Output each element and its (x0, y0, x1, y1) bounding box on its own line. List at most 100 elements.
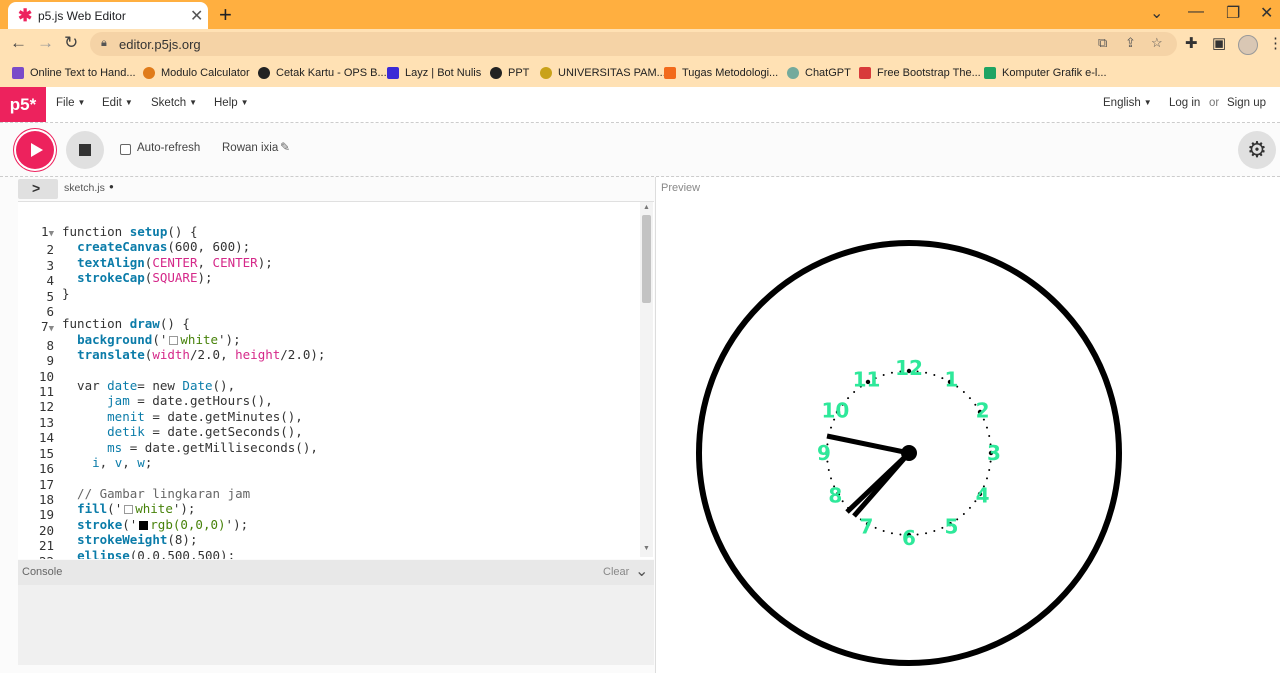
scroll-thumb[interactable] (642, 215, 651, 303)
bookmark-item[interactable]: Layz | Bot Nulis (387, 65, 481, 81)
back-icon[interactable]: ← (10, 33, 27, 53)
profile-avatar[interactable] (1238, 35, 1258, 55)
forward-icon[interactable]: → (37, 33, 54, 53)
code-line: // Gambar lingkaran jam (62, 485, 251, 501)
auto-refresh-label[interactable]: Auto-refresh (137, 142, 200, 154)
bookmark-label: Free Bootstrap The... (877, 67, 981, 79)
language-selector[interactable]: English ▼ (1103, 97, 1152, 109)
menu-file[interactable]: File ▼ (56, 97, 85, 109)
pencil-icon[interactable]: ✎ (280, 140, 290, 154)
file-tab-sketch-js[interactable]: sketch.js (64, 182, 105, 194)
code-text[interactable]: function setup() { createCanvas(600, 600… (62, 224, 325, 559)
more-menu-icon[interactable]: ⋮ (1268, 34, 1280, 52)
bookmark-item[interactable]: Modulo Calculator (143, 65, 250, 81)
address-bar[interactable]: 🔒︎ editor.p5js.org ⧉ ⇪ ☆ (90, 32, 1177, 56)
line-number: 10 (38, 368, 54, 384)
line-number: 14 (38, 430, 54, 446)
bookmark-item[interactable]: ChatGPT (787, 65, 851, 81)
url-text[interactable]: editor.p5js.org (119, 37, 201, 52)
tab-search-icon[interactable]: ⌄ (1150, 3, 1163, 23)
bookmark-item[interactable]: Komputer Grafik e-l... (984, 65, 1107, 81)
close-tab-icon[interactable]: ✕ (190, 6, 203, 26)
settings-button[interactable]: ⚙ (1238, 131, 1276, 169)
bookmark-star-icon[interactable]: ☆ (1151, 35, 1163, 51)
bookmark-favicon-icon (787, 67, 799, 79)
line-number: 13 (38, 414, 54, 430)
scroll-up-icon[interactable]: ▲ (643, 204, 650, 211)
clock-number-3: 3 (987, 441, 1001, 465)
auto-refresh-checkbox[interactable] (120, 144, 131, 155)
bookmark-item[interactable]: Free Bootstrap The... (859, 65, 981, 81)
bookmark-item[interactable]: PPT (490, 65, 529, 81)
sidebar-toggle-button[interactable]: > (18, 179, 58, 199)
clock-minute-tick (890, 532, 893, 535)
menu-edit[interactable]: Edit ▼ (102, 97, 133, 109)
line-number: 5 (46, 288, 54, 304)
code-editor[interactable]: 1▼ 2 3 4 5 6 7▼ 8 9 10 11 12 13 14 15 16… (18, 201, 654, 559)
login-link[interactable]: Log in (1169, 97, 1200, 109)
bookmark-item[interactable]: Online Text to Hand... (12, 65, 136, 81)
code-line: ellipse(0,0,500,500); (77, 547, 236, 559)
clock-minute-tick (968, 397, 971, 400)
clock-minute-tick (830, 426, 833, 429)
bookmark-label: Tugas Metodologi... (682, 67, 779, 79)
clock-number-1: 1 (945, 367, 959, 391)
line-number: 16 (38, 461, 54, 477)
new-tab-icon[interactable]: + (219, 2, 232, 28)
translate-icon[interactable]: ⧉ (1098, 35, 1107, 51)
signup-link[interactable]: Sign up (1227, 97, 1266, 109)
line-number: 15 (38, 445, 54, 461)
maximize-icon[interactable]: ❐ (1226, 3, 1240, 23)
caret-down-icon: ▼ (124, 98, 133, 108)
menu-help[interactable]: Help ▼ (214, 97, 249, 109)
bookmark-favicon-icon (984, 67, 996, 79)
code-line: stroke(' rgb(0,0,0)'); (77, 516, 249, 532)
caret-down-icon: ▼ (77, 98, 86, 108)
bookmarks-bar: Online Text to Hand... Modulo Calculator… (0, 59, 1280, 88)
reload-icon[interactable]: ↻ (64, 33, 78, 53)
side-panel-icon[interactable]: ▣ (1212, 34, 1226, 52)
lock-icon[interactable]: 🔒︎ (101, 37, 107, 50)
clock-minute-tick (916, 533, 919, 536)
clock-minute-tick (933, 374, 936, 377)
stop-button[interactable] (66, 131, 104, 169)
play-button[interactable] (16, 131, 54, 169)
bookmark-favicon-icon (12, 67, 24, 79)
tab-title: p5.js Web Editor (38, 9, 126, 23)
p5-logo[interactable]: p5* (0, 87, 46, 122)
bookmark-label: Cetak Kartu - OPS B... (276, 67, 387, 79)
color-swatch-icon (139, 520, 149, 530)
code-line: detik = date.getSeconds(), (107, 424, 303, 440)
minimize-icon[interactable]: — (1188, 3, 1204, 21)
code-line: i, v, w; (92, 455, 153, 471)
bookmark-item[interactable]: Tugas Metodologi... (664, 65, 778, 81)
console-output[interactable] (18, 585, 654, 665)
caret-down-icon: ▼ (189, 98, 198, 108)
project-name[interactable]: Rowan ixia (222, 142, 278, 154)
bookmark-favicon-icon (387, 67, 399, 79)
clock-minute-tick (925, 532, 928, 535)
browser-tab[interactable]: ✱ p5.js Web Editor ✕ (8, 2, 208, 29)
pane-divider[interactable] (655, 177, 656, 673)
gear-icon: ⚙ (1247, 137, 1267, 162)
p5-favicon-icon: ✱ (18, 6, 33, 25)
extensions-icon[interactable]: ✚ (1185, 34, 1198, 52)
browser-tab-strip: ✱ p5.js Web Editor ✕ + ⌄ — ❐ ✕ (0, 0, 1280, 29)
share-icon[interactable]: ⇪ (1125, 35, 1136, 51)
clock-minute-tick (933, 529, 936, 532)
fold-arrow-icon[interactable]: ▼ (49, 324, 54, 334)
fold-arrow-icon[interactable]: ▼ (49, 229, 54, 239)
close-window-icon[interactable]: ✕ (1260, 3, 1273, 23)
line-number: 7 (41, 319, 49, 335)
menu-sketch[interactable]: Sketch ▼ (151, 97, 197, 109)
bookmark-item[interactable]: UNIVERSITAS PAM... (540, 65, 666, 81)
scroll-down-icon[interactable]: ▼ (643, 545, 650, 552)
clock-minute-tick (882, 374, 885, 377)
console-clear-button[interactable]: Clear (603, 566, 629, 578)
bookmark-label: PPT (508, 67, 530, 79)
bookmark-favicon-icon (664, 67, 676, 79)
chevron-down-icon[interactable]: ⌄ (635, 561, 648, 581)
caret-down-icon: ▼ (1143, 98, 1152, 108)
clock-number-12: 12 (895, 356, 923, 380)
bookmark-item[interactable]: Cetak Kartu - OPS B... (258, 65, 387, 81)
